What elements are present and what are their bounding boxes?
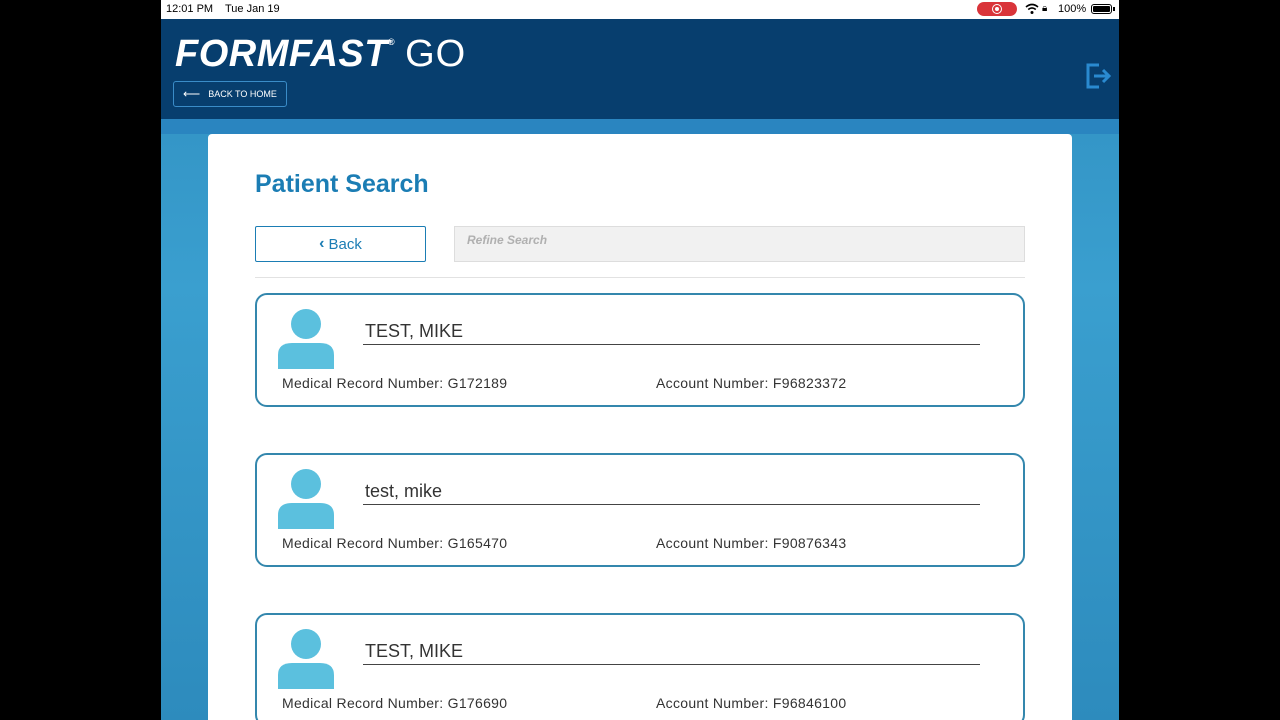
battery-percent: 100% xyxy=(1058,3,1087,15)
account-number: Account Number: F96823372 xyxy=(656,375,847,391)
arrow-left-icon: ⟵ xyxy=(183,87,201,101)
patient-card[interactable]: TEST, MIKE Medical Record Number: G17669… xyxy=(255,613,1025,720)
patient-name: TEST, MIKE xyxy=(363,321,980,345)
orientation-lock-icon: 🔒︎ xyxy=(1042,3,1048,14)
patient-card[interactable]: TEST, MIKE Medical Record Number: G17218… xyxy=(255,293,1025,407)
logo-go-text: GO xyxy=(405,33,467,75)
person-icon xyxy=(278,309,334,369)
patient-name: TEST, MIKE xyxy=(363,641,980,665)
patient-search-panel: Patient Search ‹ Back TEST, MIKE Medical… xyxy=(208,134,1072,720)
record-icon[interactable] xyxy=(977,2,1017,16)
back-button-label: Back xyxy=(328,235,362,253)
medical-record-number: Medical Record Number: G176690 xyxy=(282,695,508,711)
medical-record-number: Medical Record Number: G165470 xyxy=(282,535,508,551)
divider xyxy=(255,277,1025,278)
logo-registered-mark: ® xyxy=(387,37,396,47)
patient-name: test, mike xyxy=(363,481,980,505)
back-to-home-button[interactable]: ⟵ BACK TO HOME xyxy=(173,81,287,107)
person-icon xyxy=(278,469,334,529)
logout-icon[interactable] xyxy=(1085,61,1111,91)
page-title: Patient Search xyxy=(255,170,429,198)
back-button[interactable]: ‹ Back xyxy=(255,226,426,262)
medical-record-number: Medical Record Number: G172189 xyxy=(282,375,508,391)
battery-icon xyxy=(1091,4,1112,14)
status-bar: 12:01 PM Tue Jan 19 🔒︎ 100% xyxy=(161,0,1119,19)
logo-text: FORMFAST xyxy=(175,33,388,75)
patient-card[interactable]: test, mike Medical Record Number: G16547… xyxy=(255,453,1025,567)
status-time: 12:01 PM xyxy=(166,3,214,15)
person-icon xyxy=(278,629,334,689)
app-header: FORMFAST® GO ⟵ BACK TO HOME xyxy=(161,19,1119,119)
back-to-home-label: BACK TO HOME xyxy=(208,89,277,99)
chevron-left-icon: ‹ xyxy=(319,235,325,252)
formfast-go-logo: FORMFAST® GO xyxy=(175,33,466,76)
account-number: Account Number: F96846100 xyxy=(656,695,847,711)
refine-search-input[interactable] xyxy=(454,226,1025,262)
wifi-icon xyxy=(1025,3,1039,14)
status-date: Tue Jan 19 xyxy=(225,3,280,15)
header-shadow-band xyxy=(161,119,1119,134)
account-number: Account Number: F90876343 xyxy=(656,535,847,551)
ipad-screen: 12:01 PM Tue Jan 19 🔒︎ 100% FORMFAST® GO … xyxy=(161,0,1119,720)
